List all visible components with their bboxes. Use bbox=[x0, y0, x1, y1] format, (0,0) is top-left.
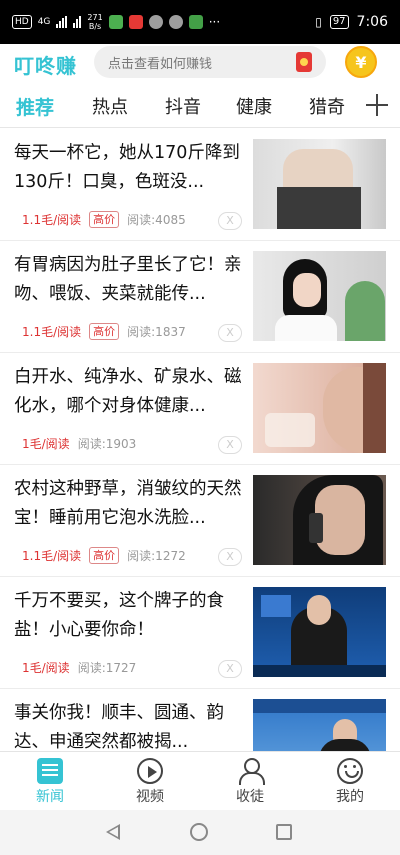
article-title[interactable]: 事关你我！顺丰、圆通、韵达、申通突然都被揭... bbox=[14, 699, 246, 751]
article-title[interactable]: 农村这种野草，消皱纹的天然宝！睡前用它泡水洗脸... bbox=[14, 475, 246, 533]
tab-douyin[interactable]: 抖音 bbox=[165, 93, 201, 119]
home-icon[interactable] bbox=[190, 823, 208, 841]
nav-label: 我的 bbox=[336, 789, 364, 805]
search-placeholder: 点击查看如何赚钱 bbox=[108, 56, 213, 72]
read-count: 阅读:1727 bbox=[77, 661, 137, 675]
vibrate-icon: ▯ bbox=[315, 15, 322, 29]
article-thumbnail[interactable] bbox=[253, 139, 386, 229]
high-price-badge: 高价 bbox=[89, 323, 120, 340]
bottom-nav: 新闻 视频 收徒 我的 bbox=[0, 751, 400, 810]
tab-hot[interactable]: 热点 bbox=[92, 93, 128, 119]
back-icon[interactable] bbox=[106, 824, 120, 840]
list-item[interactable]: 事关你我！顺丰、圆通、韵达、申通突然都被揭... bbox=[0, 689, 400, 751]
high-price-badge: 高价 bbox=[89, 211, 120, 228]
reward-rate: 1.1毛/阅读 bbox=[22, 213, 82, 227]
dismiss-icon[interactable]: X bbox=[218, 436, 242, 454]
hd-badge: HD bbox=[12, 15, 32, 29]
network-label: 4G bbox=[37, 17, 51, 27]
dismiss-icon[interactable]: X bbox=[218, 212, 242, 230]
article-meta: 1.1毛/阅读 高价 阅读:4085 bbox=[22, 211, 186, 228]
tab-health[interactable]: 健康 bbox=[236, 93, 272, 119]
speed-value: 271 bbox=[87, 13, 103, 22]
dismiss-icon[interactable]: X bbox=[218, 548, 242, 566]
reward-rate: 1毛/阅读 bbox=[22, 661, 70, 675]
recent-apps-icon[interactable] bbox=[276, 824, 292, 840]
reward-rate: 1.1毛/阅读 bbox=[22, 549, 82, 563]
signal-icon bbox=[56, 16, 68, 28]
red-packet-icon[interactable] bbox=[296, 52, 312, 72]
dismiss-icon[interactable]: X bbox=[218, 660, 242, 678]
article-thumbnail[interactable] bbox=[253, 251, 386, 341]
tab-recommend[interactable]: 推荐 bbox=[16, 93, 54, 120]
read-count: 阅读:1272 bbox=[127, 549, 186, 563]
dismiss-icon[interactable]: X bbox=[218, 324, 242, 342]
list-item[interactable]: 有胃病因为肚子里长了它！亲吻、喂饭、夹菜就能传... 1.1毛/阅读 高价 阅读… bbox=[0, 241, 400, 353]
article-title[interactable]: 每天一杯它，她从170斤降到130斤！口臭，色斑没... bbox=[14, 139, 246, 197]
search-input[interactable]: 点击查看如何赚钱 bbox=[94, 46, 326, 78]
qq-icon bbox=[168, 15, 183, 29]
tab-curiosity[interactable]: 猎奇 bbox=[309, 93, 345, 119]
read-count: 阅读:1903 bbox=[77, 437, 137, 451]
nav-label: 新闻 bbox=[36, 789, 64, 805]
battery-icon: 97 bbox=[329, 15, 349, 29]
speed-unit: B/s bbox=[88, 22, 102, 31]
article-thumbnail[interactable] bbox=[253, 587, 386, 677]
list-item[interactable]: 千万不要买，这个牌子的食盐！小心要你命！ 1毛/阅读 阅读:1727 X bbox=[0, 577, 400, 689]
article-title[interactable]: 白开水、纯净水、矿泉水、磁化水，哪个对身体健康... bbox=[14, 363, 246, 421]
nav-label: 收徒 bbox=[236, 789, 264, 805]
high-price-badge: 高价 bbox=[89, 547, 120, 564]
app-header: 叮咚赚 点击查看如何赚钱 ¥ bbox=[0, 44, 400, 84]
article-title[interactable]: 有胃病因为肚子里长了它！亲吻、喂饭、夹菜就能传... bbox=[14, 251, 246, 309]
read-count: 阅读:4085 bbox=[127, 213, 186, 227]
article-meta: 1.1毛/阅读 高价 阅读:1272 bbox=[22, 547, 186, 564]
article-thumbnail[interactable] bbox=[253, 475, 386, 565]
network-speed: 271 B/s bbox=[87, 13, 102, 31]
article-meta: 1毛/阅读 阅读:1727 bbox=[22, 659, 136, 676]
status-left: HD 4G 271 B/s ··· bbox=[12, 13, 220, 31]
more-dots-icon: ··· bbox=[208, 15, 221, 29]
wifi-icon bbox=[73, 16, 82, 28]
coin-icon[interactable]: ¥ bbox=[345, 46, 377, 78]
nav-label: 视频 bbox=[136, 789, 164, 805]
article-thumbnail[interactable] bbox=[253, 363, 386, 453]
reward-rate: 1毛/阅读 bbox=[22, 437, 70, 451]
play-icon bbox=[137, 758, 163, 784]
news-icon bbox=[37, 758, 63, 784]
list-item[interactable]: 农村这种野草，消皱纹的天然宝！睡前用它泡水洗脸... 1.1毛/阅读 高价 阅读… bbox=[0, 465, 400, 577]
article-title[interactable]: 千万不要买，这个牌子的食盐！小心要你命！ bbox=[14, 587, 246, 645]
list-item[interactable]: 白开水、纯净水、矿泉水、磁化水，哪个对身体健康... 1毛/阅读 阅读:1903… bbox=[0, 353, 400, 465]
add-channel-icon[interactable] bbox=[366, 94, 388, 116]
status-right: ▯ 97 7:06 bbox=[315, 14, 388, 30]
read-count: 阅读:1837 bbox=[127, 325, 186, 339]
category-tabs: 推荐 热点 抖音 健康 猎奇 bbox=[0, 84, 400, 128]
wechat-icon bbox=[148, 15, 163, 29]
news-feed: 每天一杯它，她从170斤降到130斤！口臭，色斑没... 1.1毛/阅读 高价 … bbox=[0, 129, 400, 751]
article-meta: 1毛/阅读 阅读:1903 bbox=[22, 435, 136, 452]
list-item[interactable]: 每天一杯它，她从170斤降到130斤！口臭，色斑没... 1.1毛/阅读 高价 … bbox=[0, 129, 400, 241]
user-icon bbox=[237, 758, 265, 785]
app-logo: 叮咚赚 bbox=[14, 53, 77, 78]
smiley-icon bbox=[337, 758, 363, 784]
nav-me[interactable]: 我的 bbox=[320, 754, 380, 806]
app-notification-icon bbox=[188, 15, 203, 29]
article-meta: 1.1毛/阅读 高价 阅读:1837 bbox=[22, 323, 186, 340]
article-thumbnail[interactable] bbox=[253, 699, 386, 751]
nav-apprentice[interactable]: 收徒 bbox=[220, 754, 280, 806]
app-notification-icon bbox=[128, 15, 143, 29]
app-notification-icon bbox=[108, 15, 123, 29]
system-nav-bar bbox=[0, 810, 400, 855]
nav-video[interactable]: 视频 bbox=[120, 754, 180, 806]
clock: 7:06 bbox=[356, 14, 388, 30]
reward-rate: 1.1毛/阅读 bbox=[22, 325, 82, 339]
status-bar: HD 4G 271 B/s ··· ▯ 97 7:06 bbox=[0, 0, 400, 44]
nav-news[interactable]: 新闻 bbox=[20, 754, 80, 806]
